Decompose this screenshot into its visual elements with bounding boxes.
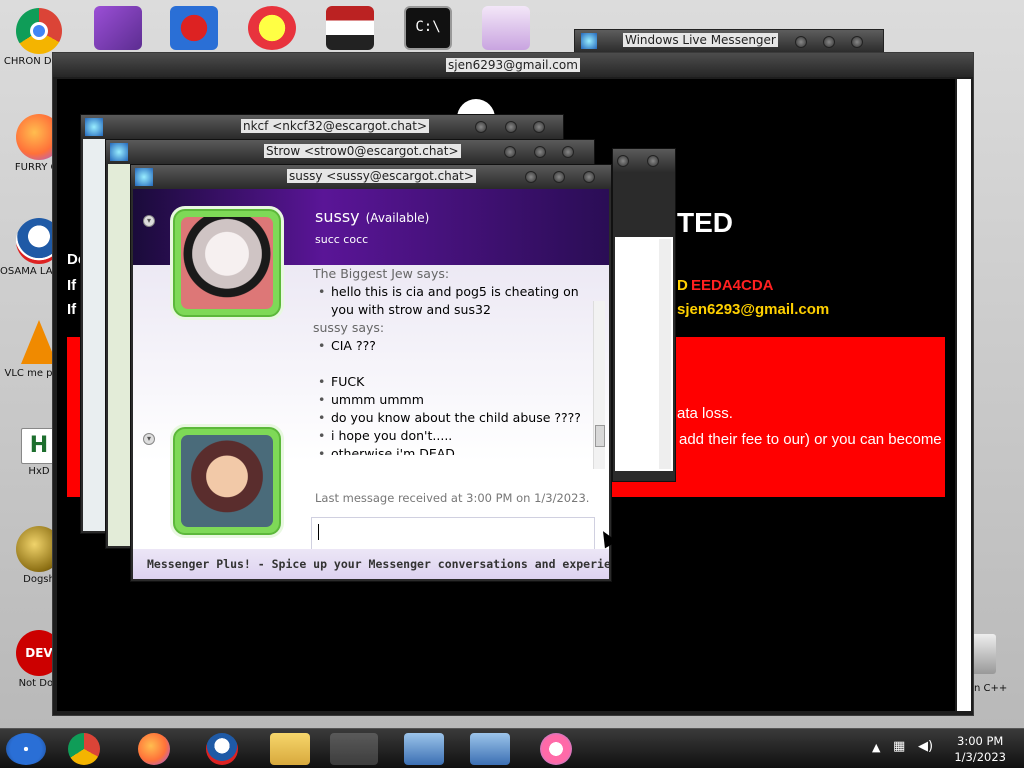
ad-banner[interactable]: Messenger Plus! - Spice up your Messenge…	[133, 549, 609, 579]
maximize-button[interactable]	[553, 171, 565, 183]
collapse-button[interactable]: ▾	[143, 433, 155, 445]
chat-window-partial[interactable]	[612, 148, 676, 482]
minimize-button[interactable]	[504, 146, 516, 158]
remote-desktop-icon[interactable]	[470, 733, 510, 765]
ransom-text-line: If	[67, 301, 77, 318]
window-titlebar[interactable]: nkcf <nkcf32@escargot.chat>	[81, 115, 563, 139]
close-button[interactable]	[851, 36, 863, 48]
live-messenger-window[interactable]: Windows Live Messenger	[574, 29, 884, 53]
contact-header-info: sussy (Available)	[315, 207, 429, 226]
ransom-heading: TED	[677, 207, 733, 238]
maximize-button[interactable]	[534, 146, 546, 158]
minimize-button[interactable]	[525, 171, 537, 183]
visual-studio-icon[interactable]	[94, 6, 142, 50]
close-button[interactable]	[647, 155, 659, 167]
minimize-button[interactable]	[795, 36, 807, 48]
remote-desktop-icon[interactable]	[404, 733, 444, 765]
maximize-button[interactable]	[617, 155, 629, 167]
own-avatar[interactable]	[173, 427, 281, 535]
firefox-icon[interactable]	[138, 733, 170, 765]
window-title: Strow <strow0@escargot.chat>	[264, 144, 461, 158]
contact-avatar[interactable]	[173, 209, 281, 317]
window-title: nkcf <nkcf32@escargot.chat>	[241, 119, 429, 133]
pog-p-icon[interactable]	[248, 6, 296, 50]
contact-name: sussy	[315, 207, 360, 226]
window-titlebar[interactable]: sjen6293@gmail.com	[53, 53, 973, 77]
network-icon[interactable]: ▦	[893, 739, 905, 754]
pog-2-icon[interactable]	[170, 6, 218, 50]
conversation-scrollbar[interactable]	[593, 301, 605, 469]
terminal-icon[interactable]: C:\	[404, 6, 452, 50]
close-button[interactable]	[533, 121, 545, 133]
ransom-warning-line: ata loss.	[677, 405, 733, 422]
message-sender: The Biggest Jew says:	[313, 266, 450, 281]
message-line: FUCK	[313, 373, 589, 391]
message-line: otherwise i'm DEAD	[313, 445, 589, 455]
last-message-info: Last message received at 3:00 PM on 1/3/…	[315, 491, 590, 505]
message-sender: sussy says:	[313, 320, 385, 335]
chat-content: sussy (Available) succ cocc ▾ The Biggest…	[133, 189, 609, 579]
file-explorer-icon[interactable]	[270, 733, 310, 765]
close-button[interactable]	[562, 146, 574, 158]
start-orb-icon[interactable]	[6, 733, 46, 765]
minimize-button[interactable]	[475, 121, 487, 133]
chrome-icon[interactable]	[68, 733, 100, 765]
obama-logo-icon[interactable]	[206, 733, 238, 765]
show-hidden-icons-icon[interactable]: ▲	[872, 741, 880, 754]
anime-figure-icon[interactable]	[482, 6, 530, 50]
ransom-text-line: If	[67, 277, 77, 294]
scrollbar-thumb[interactable]	[595, 425, 605, 447]
ransom-id-prefix: D	[677, 277, 688, 294]
chat-scrollbar[interactable]	[659, 239, 671, 469]
messenger-icon[interactable]	[330, 733, 378, 765]
window-title: sussy <sussy@escargot.chat>	[287, 169, 476, 183]
volume-icon[interactable]: ◀)	[918, 739, 933, 754]
taskbar: ▲ ▦ ◀) 3:00 PM 1/3/2023	[0, 728, 1024, 768]
chat-window-sussy[interactable]: sussy <sussy@escargot.chat> sussy (Availa…	[130, 164, 612, 582]
message-line: ummm ummm	[313, 391, 589, 409]
flag-icon[interactable]	[326, 6, 374, 50]
chrome-icon	[16, 8, 62, 54]
window-title: Windows Live Messenger	[623, 33, 778, 47]
window-titlebar[interactable]	[613, 149, 675, 173]
conversation-history: The Biggest Jew says: hello this is cia a…	[313, 265, 589, 455]
close-button[interactable]	[583, 171, 595, 183]
message-line: i hope you don't.....	[313, 427, 589, 445]
message-line: CIA ???	[313, 337, 589, 355]
contact-status: (Available)	[365, 211, 430, 225]
clock[interactable]: 3:00 PM 1/3/2023	[954, 733, 1006, 765]
clock-time: 3:00 PM	[957, 734, 1004, 748]
ransom-warning-line: add their fee to our) or you can become	[679, 431, 942, 448]
collapse-button[interactable]: ▾	[143, 215, 155, 227]
maximize-button[interactable]	[823, 36, 835, 48]
window-titlebar[interactable]: Strow <strow0@escargot.chat>	[106, 140, 594, 164]
window-titlebar[interactable]: sussy <sussy@escargot.chat>	[131, 165, 611, 189]
ransom-id: EEDA4CDA	[691, 277, 774, 294]
messenger-icon	[135, 168, 153, 186]
desktop-icon-label: n C++	[974, 683, 1008, 694]
messenger-icon	[85, 118, 103, 136]
clock-date: 1/3/2023	[954, 750, 1006, 764]
ransom-scrollbar[interactable]	[957, 79, 971, 711]
maximize-button[interactable]	[505, 121, 517, 133]
window-title: sjen6293@gmail.com	[446, 58, 580, 72]
ransom-email: sjen6293@gmail.com	[677, 301, 830, 318]
message-line: hello this is cia and pog5 is cheating o…	[313, 283, 589, 319]
personal-message: succ cocc	[315, 233, 369, 246]
messenger-icon	[581, 33, 597, 49]
messenger-icon	[110, 143, 128, 161]
paint-icon[interactable]	[540, 733, 572, 765]
message-line: do you know about the child abuse ????	[313, 409, 589, 427]
